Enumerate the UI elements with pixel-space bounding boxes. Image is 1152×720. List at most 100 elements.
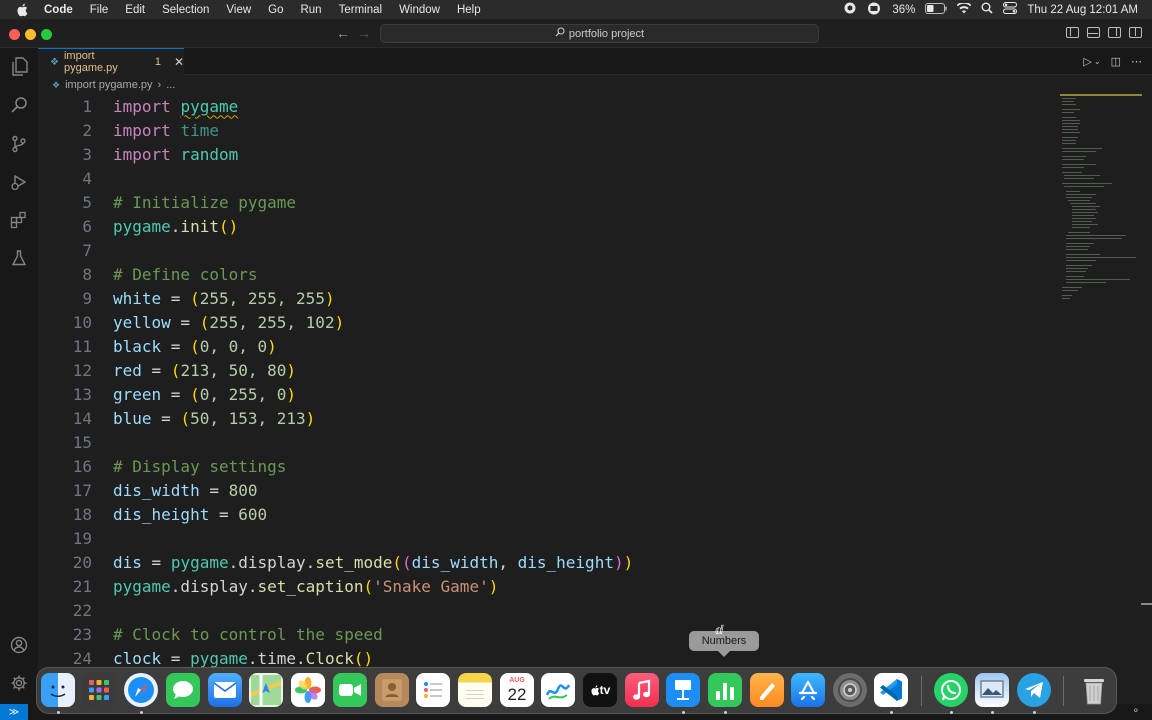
code-editor[interactable]: 1 import pygame 2 import time 3 import rand… — [38, 94, 1058, 674]
remote-indicator-icon[interactable]: ≫ — [0, 704, 28, 720]
preview-icon[interactable] — [975, 673, 1009, 707]
toggle-secondary-sidebar-icon[interactable] — [1108, 27, 1121, 38]
toggle-panel-icon[interactable] — [1087, 27, 1100, 38]
safari-icon[interactable] — [124, 673, 158, 707]
line-number: 16 — [72, 456, 92, 476]
bracket: ( — [392, 552, 403, 572]
system-settings-icon[interactable] — [833, 673, 867, 707]
menu-help[interactable]: Help — [457, 4, 481, 16]
spotlight-search-icon[interactable] — [981, 2, 993, 17]
source-control-icon[interactable] — [9, 134, 29, 154]
code-line: 1 import pygame — [38, 94, 238, 118]
contacts-icon[interactable] — [375, 673, 409, 707]
customize-layout-icon[interactable] — [1129, 27, 1142, 38]
extensions-icon[interactable] — [9, 210, 29, 230]
trash-icon[interactable] — [1077, 673, 1111, 707]
apple-icon[interactable] — [16, 3, 30, 17]
launchpad-icon[interactable] — [82, 673, 116, 707]
layout-controls — [1066, 27, 1142, 38]
close-window-button[interactable] — [9, 29, 20, 40]
operator: = — [151, 408, 181, 428]
scrollbar-thumb[interactable] — [1141, 603, 1152, 605]
module-name: random — [180, 144, 239, 164]
comment: # Display settings — [113, 456, 287, 476]
module-name: pygame — [170, 552, 229, 572]
comment: # Initialize pygame — [113, 192, 297, 212]
variable: white — [113, 288, 162, 308]
numbers-icon[interactable] — [708, 673, 742, 707]
accounts-icon[interactable] — [9, 635, 29, 655]
menu-edit[interactable]: Edit — [125, 4, 145, 16]
menu-selection[interactable]: Selection — [162, 4, 209, 16]
breadcrumb-python-icon: ❖ — [52, 79, 61, 90]
telegram-icon[interactable] — [1017, 673, 1051, 707]
number-values: 255, 255, 102 — [209, 312, 335, 332]
screen-share-icon[interactable] — [866, 2, 882, 18]
module-name: pygame — [113, 576, 171, 596]
mail-icon[interactable] — [208, 673, 242, 707]
code-line: 2 import time — [38, 118, 219, 142]
music-icon[interactable] — [625, 673, 659, 707]
app-store-icon[interactable] — [791, 673, 825, 707]
number-values: 255, 255, 255 — [199, 288, 325, 308]
breadcrumb-more[interactable]: ... — [166, 79, 175, 91]
breadcrumb-file[interactable]: import pygame.py — [65, 79, 152, 91]
menu-app-name[interactable]: Code — [44, 4, 73, 16]
photos-icon[interactable] — [291, 673, 325, 707]
function-name: .init — [170, 216, 219, 236]
explorer-icon[interactable] — [9, 56, 29, 76]
notifications-bell-icon[interactable]: ⚬ — [1132, 706, 1140, 717]
search-icon — [555, 27, 565, 40]
run-python-file-icon[interactable]: ▷ — [1083, 55, 1091, 68]
maps-icon[interactable] — [249, 673, 283, 707]
menu-file[interactable]: File — [90, 4, 109, 16]
apple-tv-label: tv — [599, 683, 611, 697]
code-line: 18 dis_height = 600 — [38, 502, 267, 526]
whatsapp-icon[interactable] — [934, 673, 968, 707]
calendar-icon[interactable]: AUG 22 — [500, 673, 534, 707]
apple-tv-icon[interactable]: tv — [583, 673, 617, 707]
menu-run[interactable]: Run — [300, 4, 321, 16]
testing-flask-icon[interactable] — [9, 248, 29, 268]
facetime-icon[interactable] — [333, 673, 367, 707]
menu-terminal[interactable]: Terminal — [339, 4, 382, 16]
vscode-icon[interactable] — [874, 673, 908, 707]
zoom-window-button[interactable] — [41, 29, 52, 40]
menu-go[interactable]: Go — [268, 4, 283, 16]
window-title-bar: ← → portfolio project — [0, 19, 1152, 48]
tab-import-pygame[interactable]: ❖ import pygame.py 1 ✕ — [38, 48, 184, 75]
search-view-icon[interactable] — [9, 95, 29, 115]
run-dropdown-chevron-icon[interactable]: ⌄ — [1094, 57, 1101, 68]
back-arrow-icon[interactable]: ← — [336, 25, 350, 41]
pages-icon[interactable] — [750, 673, 784, 707]
toggle-primary-sidebar-icon[interactable] — [1066, 27, 1079, 38]
dock-tooltip: Numbers — [689, 631, 759, 657]
close-tab-icon[interactable]: ✕ — [174, 55, 184, 69]
menu-window[interactable]: Window — [399, 4, 440, 16]
run-and-debug-icon[interactable] — [9, 172, 29, 192]
more-actions-icon[interactable]: ⋯ — [1131, 55, 1142, 68]
reminders-icon[interactable] — [416, 673, 450, 707]
manage-gear-icon[interactable] — [9, 673, 29, 693]
minimize-window-button[interactable] — [25, 29, 36, 40]
keynote-icon[interactable] — [666, 673, 700, 707]
menu-bar: Code File Edit Selection View Go Run Ter… — [0, 0, 1152, 19]
record-icon[interactable] — [844, 2, 856, 17]
finder-icon[interactable] — [41, 673, 75, 707]
line-number: 11 — [72, 336, 92, 356]
notes-icon[interactable] — [458, 673, 492, 707]
command-center-search[interactable]: portfolio project — [380, 24, 819, 43]
control-center-icon[interactable] — [1003, 2, 1018, 17]
split-editor-icon[interactable]: ◫ — [1111, 55, 1121, 68]
mouse-cursor-icon: ⅆ — [715, 623, 724, 637]
messages-icon[interactable] — [166, 673, 200, 707]
wifi-icon[interactable] — [957, 1, 972, 17]
bracket: ) — [286, 360, 297, 380]
forward-arrow-icon[interactable]: → — [357, 25, 371, 41]
menu-bar-clock[interactable]: Thu 22 Aug 12:01 AM — [1027, 4, 1138, 16]
menu-view[interactable]: View — [226, 4, 251, 16]
battery-icon[interactable] — [925, 2, 948, 17]
breadcrumb: ❖ import pygame.py › ... — [38, 76, 175, 94]
minimap[interactable] — [1060, 94, 1144, 304]
freeform-icon[interactable] — [541, 673, 575, 707]
